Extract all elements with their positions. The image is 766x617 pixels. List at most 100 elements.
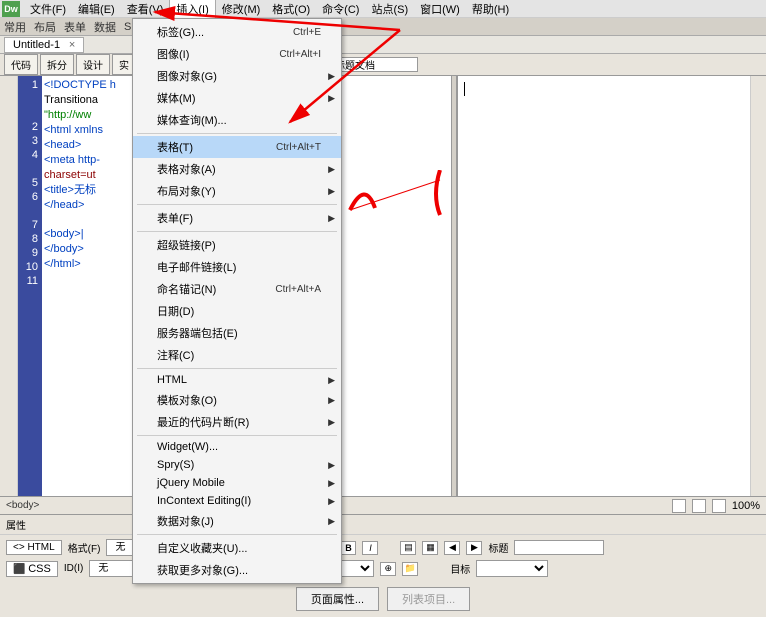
file-tab[interactable]: Untitled-1 ×: [4, 37, 84, 53]
dd-date[interactable]: 日期(D): [133, 300, 341, 322]
dd-table[interactable]: 表格(T)Ctrl+Alt+T: [133, 136, 341, 158]
browse-folder-icon[interactable]: 📁: [402, 562, 418, 576]
dd-ssi[interactable]: 服务器端包括(E): [133, 322, 341, 344]
format-label: 格式(F): [68, 540, 101, 555]
submenu-arrow-icon: ▶: [328, 395, 335, 406]
main-area: 1 2 3 4 5 6 7 8 9 10 11 <!DOCTYPE h Tran…: [0, 76, 766, 496]
dd-layout-objects[interactable]: 布局对象(Y)▶: [133, 180, 341, 202]
dd-image[interactable]: 图像(I)Ctrl+Alt+I: [133, 43, 341, 65]
dd-recent-snippets[interactable]: 最近的代码片断(R)▶: [133, 411, 341, 433]
submenu-arrow-icon: ▶: [328, 93, 335, 104]
tb-data[interactable]: 数据: [94, 19, 116, 35]
view-split-button[interactable]: 拆分: [40, 54, 74, 75]
menu-file[interactable]: 文件(F): [24, 0, 72, 19]
menu-format[interactable]: 格式(O): [266, 0, 316, 19]
menu-modify[interactable]: 修改(M): [216, 0, 267, 19]
breadcrumb[interactable]: <body>: [6, 500, 39, 511]
submenu-arrow-icon: ▶: [328, 186, 335, 197]
target-label: 目标: [450, 561, 470, 576]
dd-comment[interactable]: 注释(C): [133, 344, 341, 366]
menu-separator: [137, 133, 337, 134]
menu-separator: [137, 231, 337, 232]
menu-separator: [137, 204, 337, 205]
ul-button[interactable]: ▤: [400, 541, 416, 555]
insert-toolbar: 常用 布局 表单 数据 Spry: [0, 18, 766, 36]
menu-separator: [137, 435, 337, 436]
submenu-arrow-icon: ▶: [328, 71, 335, 82]
indent-button[interactable]: ▶: [466, 541, 482, 555]
italic-button[interactable]: I: [362, 541, 378, 555]
tb-common[interactable]: 常用: [4, 19, 26, 35]
id-label: ID(I): [64, 563, 83, 574]
dd-jquery-mobile[interactable]: jQuery Mobile▶: [133, 474, 341, 492]
properties-header[interactable]: 属性: [0, 515, 766, 535]
line-numbers: 1 2 3 4 5 6 7 8 9 10 11: [18, 76, 42, 496]
submenu-arrow-icon: ▶: [328, 375, 335, 386]
menu-insert[interactable]: 插入(I): [169, 0, 215, 20]
view-toolbar: 代码 拆分 设计 实: [0, 54, 766, 76]
list-item-button: 列表项目...: [387, 587, 470, 611]
file-tab-label: Untitled-1: [13, 39, 60, 51]
dd-incontext[interactable]: InContext Editing(I)▶: [133, 492, 341, 510]
title-label: 标题: [488, 540, 508, 555]
submenu-arrow-icon: ▶: [328, 417, 335, 428]
design-preview[interactable]: [457, 76, 766, 496]
menu-commands[interactable]: 命令(C): [316, 0, 365, 19]
dd-spry[interactable]: Spry(S)▶: [133, 456, 341, 474]
props-html-button[interactable]: <> HTML: [6, 540, 62, 555]
submenu-arrow-icon: ▶: [328, 460, 335, 471]
menu-help[interactable]: 帮助(H): [466, 0, 515, 19]
view-code-button[interactable]: 代码: [4, 54, 38, 75]
dd-email-link[interactable]: 电子邮件链接(L): [133, 256, 341, 278]
dd-image-objects[interactable]: 图像对象(G)▶: [133, 65, 341, 87]
bold-button[interactable]: B: [340, 541, 356, 555]
props-css-button[interactable]: ⬛ CSS: [6, 561, 58, 577]
target-select[interactable]: [476, 560, 548, 577]
tb-form[interactable]: 表单: [64, 19, 86, 35]
dd-get-more[interactable]: 获取更多对象(G)...: [133, 559, 341, 581]
cursor-caret: [464, 82, 465, 96]
page-properties-button[interactable]: 页面属性...: [296, 587, 379, 611]
submenu-arrow-icon: ▶: [328, 164, 335, 175]
dd-media-query[interactable]: 媒体查询(M)...: [133, 109, 341, 131]
dd-hyperlink[interactable]: 超级链接(P): [133, 234, 341, 256]
dd-tag[interactable]: 标签(G)...Ctrl+E: [133, 21, 341, 43]
menu-separator: [137, 534, 337, 535]
status-bar: <body> 100%: [0, 496, 766, 514]
hand-tool-icon[interactable]: [692, 499, 706, 513]
zoom-tool-icon[interactable]: [712, 499, 726, 513]
code-gutter: [0, 76, 18, 496]
submenu-arrow-icon: ▶: [328, 516, 335, 527]
preview-scrollbar[interactable]: [750, 76, 766, 496]
submenu-arrow-icon: ▶: [328, 496, 335, 507]
select-tool-icon[interactable]: [672, 499, 686, 513]
menu-window[interactable]: 窗口(W): [414, 0, 466, 19]
title-input[interactable]: [514, 540, 604, 555]
dd-form[interactable]: 表单(F)▶: [133, 207, 341, 229]
dd-widget[interactable]: Widget(W)...: [133, 438, 341, 456]
menu-site[interactable]: 站点(S): [365, 0, 414, 19]
properties-panel: 属性 <> HTML 格式(F) 无 类 无 B I ▤ ▦ ◀ ▶ 标题 ⬛ …: [0, 514, 766, 617]
dd-media[interactable]: 媒体(M)▶: [133, 87, 341, 109]
file-tabs: Untitled-1 ×: [0, 36, 766, 54]
outdent-button[interactable]: ◀: [444, 541, 460, 555]
tb-layout[interactable]: 布局: [34, 19, 56, 35]
menu-edit[interactable]: 编辑(E): [72, 0, 121, 19]
menu-view[interactable]: 查看(V): [121, 0, 170, 19]
dd-customize-favorites[interactable]: 自定义收藏夹(U)...: [133, 537, 341, 559]
dd-table-objects[interactable]: 表格对象(A)▶: [133, 158, 341, 180]
close-tab-icon[interactable]: ×: [69, 39, 75, 51]
submenu-arrow-icon: ▶: [328, 478, 335, 489]
app-logo: Dw: [2, 1, 20, 17]
ol-button[interactable]: ▦: [422, 541, 438, 555]
zoom-level[interactable]: 100%: [732, 500, 760, 512]
dd-template-objects[interactable]: 模板对象(O)▶: [133, 389, 341, 411]
insert-menu-dropdown: 标签(G)...Ctrl+E 图像(I)Ctrl+Alt+I 图像对象(G)▶ …: [132, 18, 342, 584]
menu-separator: [137, 368, 337, 369]
view-design-button[interactable]: 设计: [76, 54, 110, 75]
point-to-file-icon[interactable]: ⊕: [380, 562, 396, 576]
dd-data-objects[interactable]: 数据对象(J)▶: [133, 510, 341, 532]
submenu-arrow-icon: ▶: [328, 213, 335, 224]
dd-named-anchor[interactable]: 命名锚记(N)Ctrl+Alt+A: [133, 278, 341, 300]
dd-html[interactable]: HTML▶: [133, 371, 341, 389]
